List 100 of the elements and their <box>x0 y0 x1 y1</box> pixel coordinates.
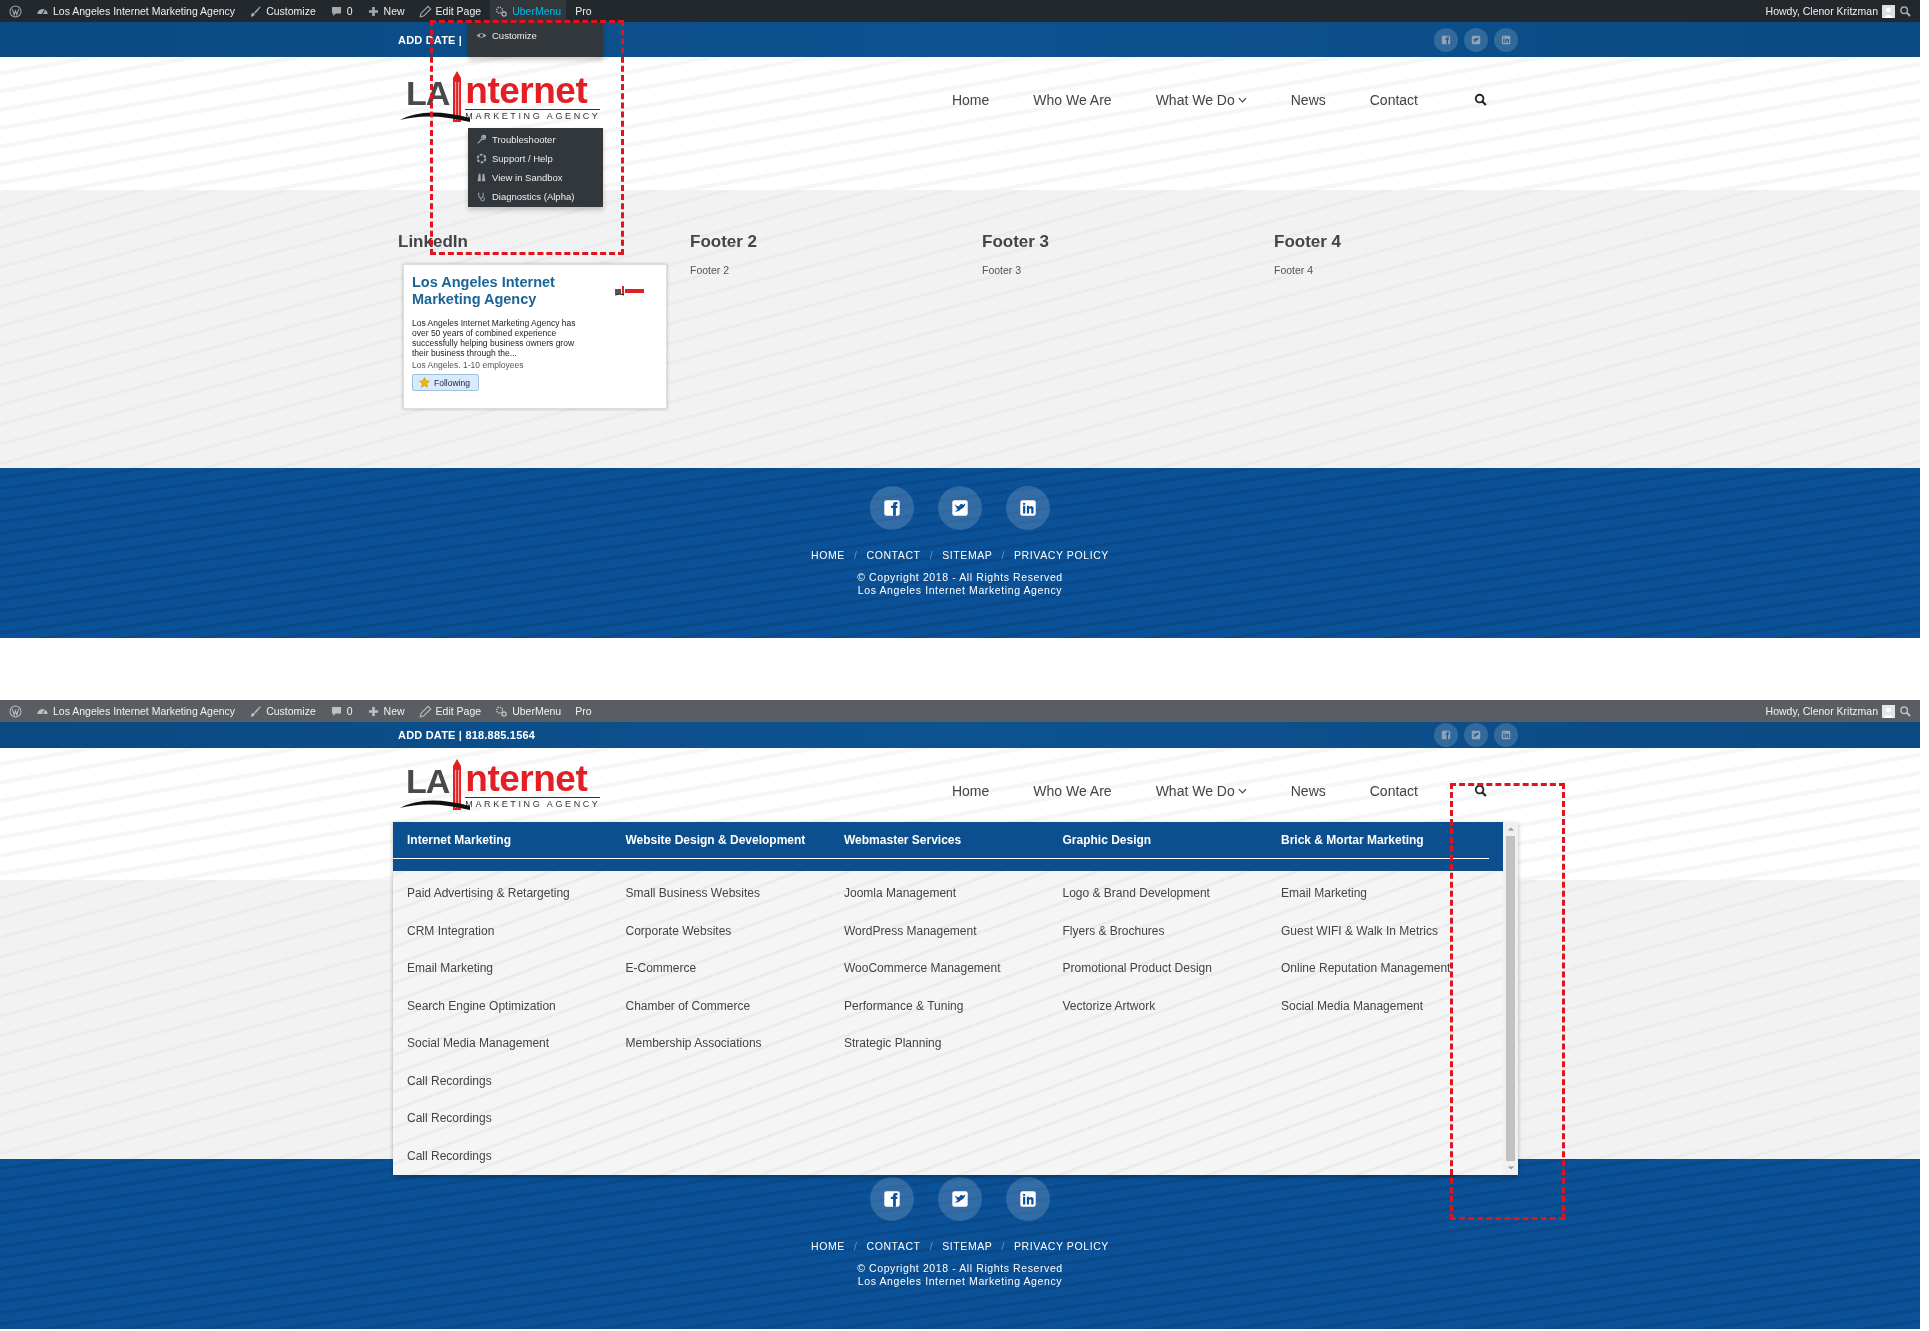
menu-item[interactable]: Joomla Management <box>844 875 957 913</box>
linkedin-icon[interactable] <box>1006 486 1050 530</box>
admin-bar-item[interactable]: Customize <box>244 0 321 22</box>
menu-item[interactable]: E-Commerce <box>625 950 697 988</box>
separator: / <box>853 1240 858 1252</box>
nav-link[interactable]: News <box>1290 92 1326 108</box>
footer-link[interactable]: CONTACT <box>866 1240 921 1252</box>
menu-item[interactable]: Email Marketing <box>1281 875 1368 913</box>
separator: / <box>1001 549 1005 561</box>
menu-item[interactable]: Vectorize Artwork <box>1062 987 1156 1025</box>
menu-item[interactable]: Social Media Management <box>1281 987 1424 1025</box>
nav-link[interactable]: Contact <box>1369 783 1418 799</box>
menu-item[interactable]: View in Sandbox <box>476 168 595 187</box>
menu-item[interactable]: Corporate Websites <box>625 912 732 950</box>
menu-item[interactable]: CRM Integration <box>407 912 495 950</box>
nav-link[interactable]: Contact <box>1369 92 1418 108</box>
star-icon <box>419 377 430 388</box>
admin-bar-item[interactable]: Edit Page <box>413 700 487 722</box>
column-heading[interactable]: Internet Marketing <box>407 822 626 870</box>
footer-link[interactable]: PRIVACY POLICY <box>1014 549 1109 561</box>
menu-item[interactable]: WooCommerce Management <box>844 950 1001 988</box>
avatar-icon[interactable] <box>1882 704 1895 718</box>
menu-item[interactable]: Logo & Brand Development <box>1062 875 1210 913</box>
menu-item[interactable]: Paid Advertising & Retargeting <box>407 875 570 913</box>
footer-link[interactable]: SITEMAP <box>942 1240 993 1252</box>
twitter-icon[interactable] <box>938 1177 982 1221</box>
admin-bar-item[interactable]: New <box>361 700 410 722</box>
widget-text: Footer 3 <box>982 264 1022 276</box>
menu-item[interactable]: Call Recordings <box>407 1100 492 1138</box>
plus-icon <box>366 704 380 718</box>
footer-link[interactable]: CONTACT <box>866 549 921 561</box>
menu-item[interactable]: Search Engine Optimization <box>407 987 556 1025</box>
user-greeting[interactable]: Howdy, Clenor Kritzman <box>1765 705 1878 717</box>
footer-link[interactable]: PRIVACY POLICY <box>1014 1240 1109 1252</box>
nav-link[interactable]: Home <box>951 783 990 799</box>
footer-link[interactable]: SITEMAP <box>942 549 993 561</box>
twitter-icon[interactable] <box>938 486 982 530</box>
search-icon[interactable] <box>1899 4 1912 18</box>
menu-item[interactable]: Call Recordings <box>407 1137 492 1175</box>
menu-item[interactable]: Promotional Product Design <box>1062 950 1212 988</box>
menu-item[interactable]: Guest WIFI & Walk In Metrics <box>1281 912 1438 950</box>
menu-item[interactable]: Email Marketing <box>407 950 494 988</box>
admin-bar-item[interactable]: 0 <box>324 700 358 722</box>
admin-bar-item[interactable]: New <box>361 0 410 22</box>
menu-item[interactable]: Small Business Websites <box>625 875 760 913</box>
company-name-link[interactable]: Los Angeles Internet Marketing Agency <box>412 274 562 308</box>
menu-item[interactable]: Membership Associations <box>625 1025 762 1063</box>
menu-item[interactable]: Flyers & Brochures <box>1062 912 1165 950</box>
search-icon[interactable] <box>1474 784 1488 798</box>
column-heading[interactable]: Graphic Design <box>1062 822 1281 870</box>
column-heading[interactable]: Website Design & Development <box>625 822 844 870</box>
user-greeting[interactable]: Howdy, Clenor Kritzman <box>1765 5 1878 17</box>
copyright-text: Los Angeles Internet Marketing Agency <box>857 1275 1063 1288</box>
nav-link[interactable]: Who We Are <box>1033 783 1112 799</box>
menu-item[interactable]: Online Reputation Management <box>1281 950 1451 988</box>
admin-bar-item[interactable]: Customize <box>244 700 321 722</box>
scrollbar-thumb[interactable] <box>1506 836 1515 1161</box>
logo-icon[interactable] <box>9 4 22 18</box>
menu-item[interactable]: Customize <box>476 26 595 45</box>
menu-item[interactable]: WordPress Management <box>844 912 977 950</box>
following-button[interactable]: Following <box>412 374 479 391</box>
menu-item[interactable]: Social Media Management <box>407 1025 550 1063</box>
menu-item[interactable]: Call Recordings <box>407 1062 492 1100</box>
admin-bar-item[interactable]: Pro <box>570 0 597 22</box>
nav-link[interactable]: Home <box>951 92 990 108</box>
admin-bar-item[interactable]: UberMenu <box>490 700 567 722</box>
facebook-icon[interactable] <box>870 486 914 530</box>
menu-item[interactable]: Chamber of Commerce <box>625 987 751 1025</box>
pencil-icon <box>418 704 432 718</box>
logo-text: nternet <box>465 761 589 797</box>
facebook-icon[interactable] <box>870 1177 914 1221</box>
footer-link[interactable]: HOME <box>811 549 845 561</box>
scrollbar[interactable] <box>1503 822 1518 1175</box>
brush-icon <box>249 704 263 718</box>
nav-link[interactable]: News <box>1290 783 1326 799</box>
column-heading[interactable]: Webmaster Services <box>844 822 1063 870</box>
menu-item[interactable]: Diagnostics (Alpha) <box>476 187 595 206</box>
footer-link[interactable]: HOME <box>811 1240 845 1252</box>
admin-bar-item[interactable]: UberMenu <box>490 0 567 22</box>
menu-item[interactable]: Troubleshooter <box>476 130 595 149</box>
nav-link[interactable]: Who We Are <box>1033 92 1112 108</box>
admin-bar-item[interactable]: Pro <box>570 700 597 722</box>
speech-bubble-icon <box>329 4 343 18</box>
admin-bar-item[interactable]: Los Angeles Internet Marketing Agency <box>31 700 241 722</box>
admin-bar-item[interactable]: Los Angeles Internet Marketing Agency <box>31 0 241 22</box>
copyright-text: © Copyright 2018 - All Rights Reserved <box>857 571 1063 584</box>
column-heading[interactable]: Brick & Mortar Marketing <box>1281 822 1500 870</box>
separator: / <box>853 549 858 561</box>
menu-item[interactable]: Performance & Tuning <box>844 987 964 1025</box>
linkedin-icon[interactable] <box>1006 1177 1050 1221</box>
admin-bar-item[interactable]: 0 <box>324 0 358 22</box>
caret-icon <box>1237 97 1247 103</box>
nav-link[interactable]: What We Do <box>1155 92 1247 108</box>
menu-item[interactable]: Strategic Planning <box>844 1025 942 1063</box>
search-icon[interactable] <box>1474 93 1488 107</box>
menu-item[interactable]: Support / Help <box>476 149 595 168</box>
admin-bar-item[interactable]: Edit Page <box>413 0 487 22</box>
avatar-icon[interactable] <box>1882 4 1895 18</box>
logo-icon[interactable] <box>9 704 22 718</box>
nav-link[interactable]: What We Do <box>1155 783 1247 799</box>
